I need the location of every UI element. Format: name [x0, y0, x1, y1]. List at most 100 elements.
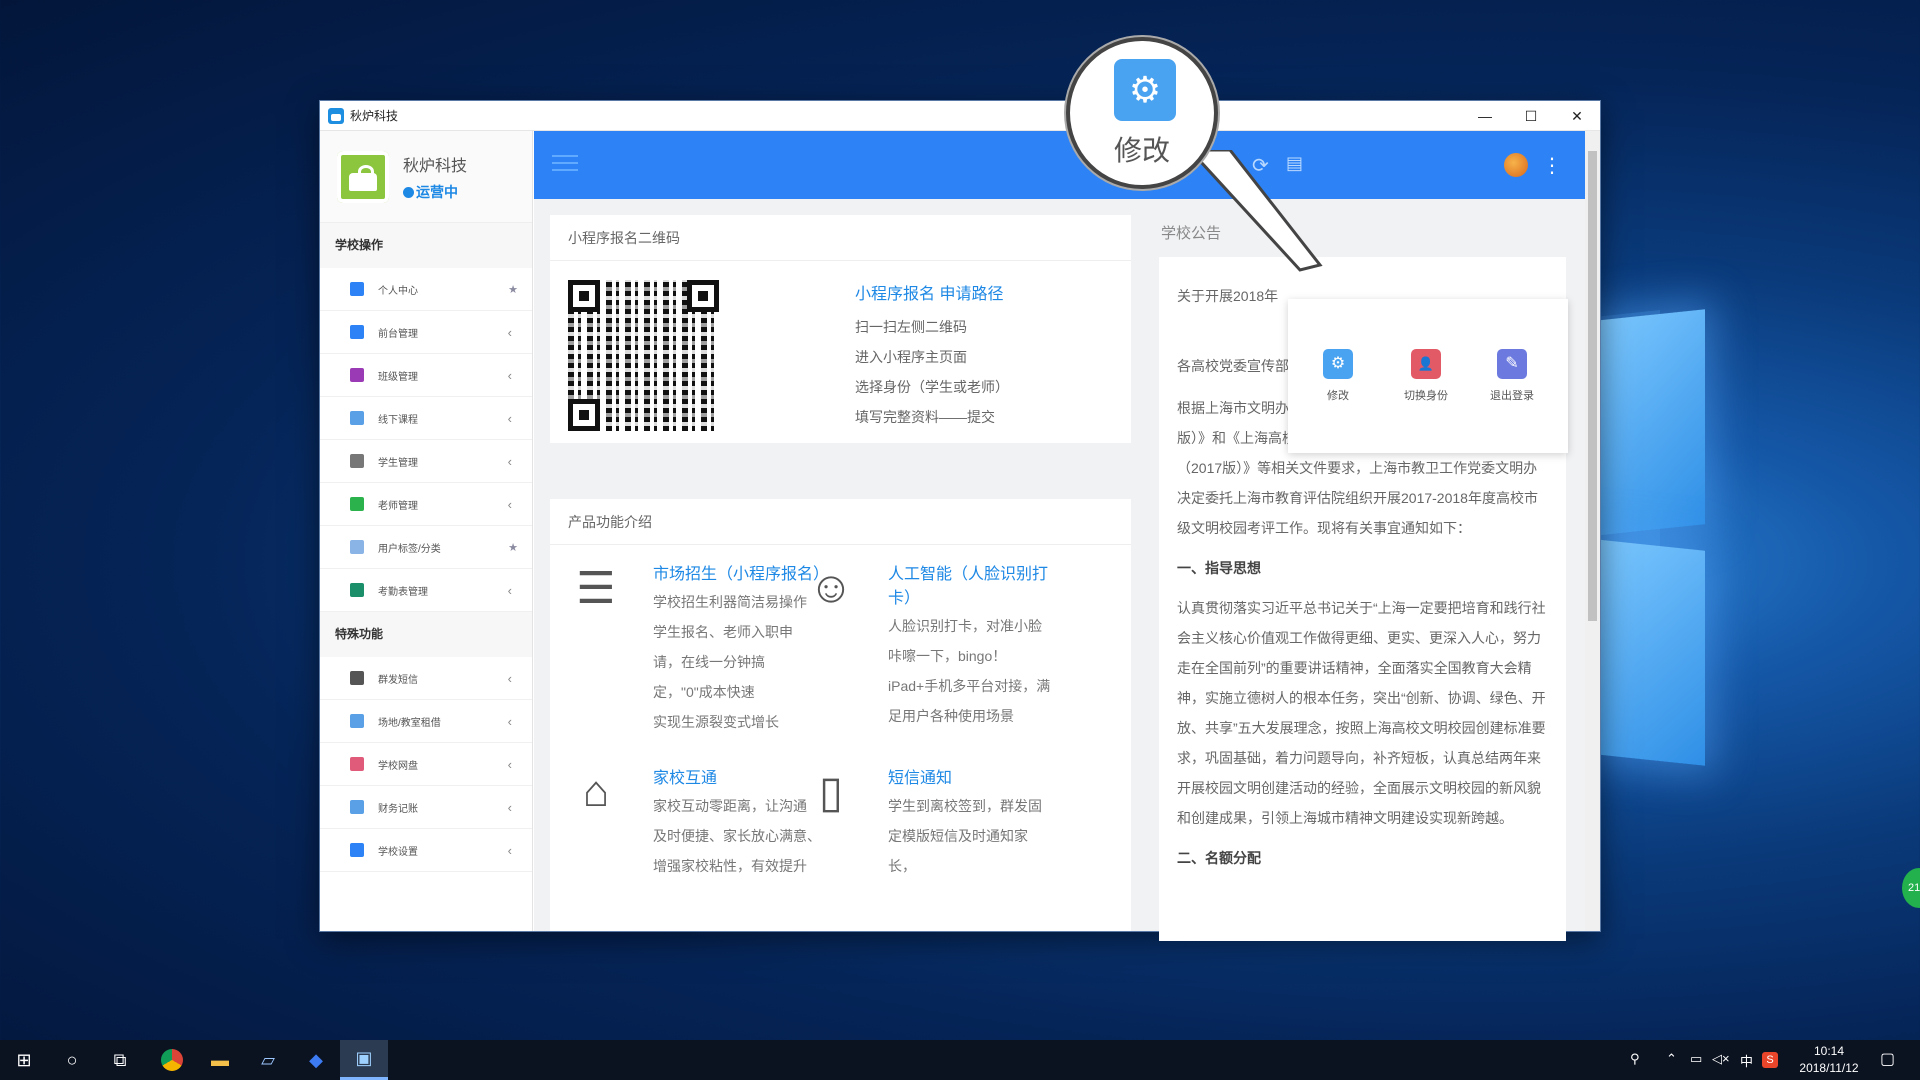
switch-identity-menu-item[interactable]: 👤 切换身份: [1386, 349, 1466, 403]
chevron-left-icon: ‹: [507, 799, 512, 815]
notepad-icon[interactable]: ▱: [244, 1040, 292, 1080]
feature-title[interactable]: 短信通知: [888, 767, 1063, 791]
notice-section-heading: 二、名额分配: [1177, 850, 1261, 866]
feature-desc-line: 足用户各种使用场景: [888, 708, 1014, 724]
sidebar-item[interactable]: 前台管理 ‹: [320, 311, 532, 354]
sidebar-item-icon: [350, 583, 364, 597]
volume-muted-icon[interactable]: ◁×: [1712, 1051, 1730, 1067]
notice-paragraph: 认真贯彻落实习近平总书记关于“上海一定要把培育和践行社会主义核心价值观工作做得更…: [1177, 600, 1546, 826]
sidebar-section-title: 学校操作: [320, 223, 532, 268]
sidebar-item-icon: [350, 368, 364, 382]
sidebar-item[interactable]: 群发短信 ‹: [320, 657, 532, 700]
sidebar-item[interactable]: 学生管理 ‹: [320, 440, 532, 483]
network-icon[interactable]: ▭: [1690, 1051, 1702, 1067]
system-clock[interactable]: 10:14 2018/11/12: [1785, 1043, 1873, 1077]
sidebar-nav: 学校操作 个人中心 ★ 前台管理 ‹ 班级管理 ‹ 线下课程 ‹ 学生管理 ‹ 老师管理 ‹ 用户标签/分…: [320, 223, 532, 872]
sidebar-item-label: 老师管理: [378, 500, 418, 512]
qr-steps: 小程序报名 申请路径 扫一扫左侧二维码 进入小程序主页面 选择身份（学生或老师）…: [855, 280, 1009, 432]
sidebar-item[interactable]: 学校设置 ‹: [320, 829, 532, 872]
sidebar-section-title: 特殊功能: [320, 612, 532, 657]
sidebar-item[interactable]: 财务记账 ‹: [320, 786, 532, 829]
chevron-left-icon: ‹: [507, 582, 512, 598]
menu-item-label: 切换身份: [1404, 390, 1448, 402]
chrome-icon[interactable]: [148, 1040, 196, 1080]
taskbar: ⊞ ○ ⧉ ▬ ▱ ◆ ▣ ⚲ ⌃ ▭ ◁× 中 S 10:14 2018/11…: [0, 1040, 1920, 1080]
home-icon: ⌂: [582, 767, 610, 816]
feature-desc-line: 学校招生利器简洁易操作: [653, 594, 807, 610]
file-explorer-icon[interactable]: ▬: [196, 1040, 244, 1080]
sidebar-item[interactable]: 学校网盘 ‹: [320, 743, 532, 786]
chevron-left-icon: ‹: [507, 496, 512, 512]
feature-title[interactable]: 市场招生（小程序报名）: [653, 563, 829, 587]
sidebar-item[interactable]: 老师管理 ‹: [320, 483, 532, 526]
feature-desc-line: 家校互动零距离，让沟通: [653, 798, 807, 814]
title-bar[interactable]: 秋炉科技 — ☐ ✕: [320, 101, 1600, 131]
sidebar-item-icon: [350, 843, 364, 857]
qr-card: 小程序报名二维码 小程序报名 申请路径 扫一扫左侧二维码 进入小程序主页面 选择…: [550, 215, 1131, 443]
feature-desc-line: 增强家校粘性，有效提升: [653, 858, 807, 874]
close-button[interactable]: ✕: [1554, 101, 1600, 131]
maximize-button[interactable]: ☐: [1508, 101, 1554, 131]
sidebar-item-label: 考勤表管理: [378, 586, 428, 598]
status-badge: 运营中: [403, 182, 467, 202]
qr-card-title: 小程序报名二维码: [550, 215, 1131, 261]
feature-title[interactable]: 家校互通: [653, 767, 828, 791]
sidebar-item[interactable]: 班级管理 ‹: [320, 354, 532, 397]
chevron-up-icon[interactable]: ⌃: [1666, 1051, 1677, 1067]
sidebar-item[interactable]: 场地/教室租借 ‹: [320, 700, 532, 743]
gear-icon: ⚙: [1323, 349, 1353, 379]
feature-title[interactable]: 人工智能（人脸识别打卡）: [888, 563, 1063, 611]
hamburger-menu-icon[interactable]: [552, 155, 578, 171]
edit-menu-item[interactable]: ⚙ 修改: [1298, 349, 1378, 403]
sidebar-item-icon: [350, 325, 364, 339]
feature-desc-line: 长，: [888, 858, 916, 874]
notification-icon[interactable]: ▢: [1880, 1049, 1895, 1069]
sogou-ime-icon[interactable]: S: [1762, 1052, 1778, 1068]
feature-desc-line: 定，"0"成本快速: [653, 684, 755, 700]
status-dot-icon: [403, 186, 414, 198]
start-windows-icon[interactable]: ⊞: [0, 1040, 48, 1080]
star-icon: ★: [508, 283, 518, 296]
logout-menu-item[interactable]: ✎ 退出登录: [1472, 349, 1552, 403]
qiulu-app-taskbar-icon[interactable]: ▣: [340, 1040, 388, 1080]
phone-icon: ▯: [818, 768, 844, 817]
sidebar-item-icon: [350, 757, 364, 771]
steps-title[interactable]: 小程序报名 申请路径: [855, 280, 1009, 304]
more-menu-icon[interactable]: ⋮: [1542, 153, 1562, 178]
sidebar-item-label: 群发短信: [378, 674, 418, 686]
notice-section-heading: 一、指导思想: [1177, 560, 1261, 576]
chevron-left-icon: ‹: [507, 756, 512, 772]
search-circle-icon[interactable]: ○: [48, 1040, 96, 1080]
callout-pointer: [1190, 150, 1323, 272]
sidebar-item[interactable]: 线下课程 ‹: [320, 397, 532, 440]
weixin-work-icon[interactable]: ◆: [292, 1040, 340, 1080]
feature-desc-line: 及时便捷、家长放心满意、: [653, 828, 821, 844]
user-dropdown-menu: ⚙ 修改 👤 切换身份 ✎ 退出登录: [1288, 299, 1568, 453]
sidebar: 秋炉科技 运营中 学校操作 个人中心 ★ 前台管理 ‹ 班级管理 ‹ 线下课程 ‹ 学生管理 ‹ 老师…: [320, 131, 533, 931]
feature-desc-line: 实现生源裂变式增长: [653, 714, 779, 730]
sidebar-item[interactable]: 用户标签/分类 ★: [320, 526, 532, 569]
features-card: 产品功能介绍 ☰ 市场招生（小程序报名） 学校招生利器简洁易操作 学生报名、老师入职申…: [550, 499, 1131, 931]
avatar[interactable]: [1504, 153, 1528, 177]
sidebar-item-label: 前台管理: [378, 328, 418, 340]
sidebar-item-icon: [350, 540, 364, 554]
face-icon: ☺: [808, 563, 854, 612]
minimize-button[interactable]: —: [1462, 101, 1508, 131]
sidebar-item-icon: [350, 497, 364, 511]
clock-time: 10:14: [1813, 1044, 1845, 1058]
sidebar-item[interactable]: 考勤表管理 ‹: [320, 569, 532, 612]
magnifier-callout: ⚙ 修改: [1066, 37, 1218, 189]
scrollbar-thumb[interactable]: [1588, 151, 1597, 621]
feature-desc-line: 定模版短信及时通知家: [888, 828, 1028, 844]
chevron-left-icon: ‹: [507, 670, 512, 686]
floating-badge[interactable]: 21: [1902, 868, 1920, 908]
sidebar-item[interactable]: 个人中心 ★: [320, 268, 532, 311]
feature-desc-line: 学生报名、老师入职申: [653, 624, 793, 640]
vertical-scrollbar[interactable]: [1585, 131, 1600, 931]
sidebar-item-icon: [350, 454, 364, 468]
star-icon: ★: [508, 541, 518, 554]
task-view-icon[interactable]: ⧉: [96, 1040, 144, 1080]
ime-indicator[interactable]: 中: [1740, 1051, 1753, 1070]
people-icon[interactable]: ⚲: [1630, 1051, 1640, 1067]
window-title: 秋炉科技: [350, 109, 399, 123]
